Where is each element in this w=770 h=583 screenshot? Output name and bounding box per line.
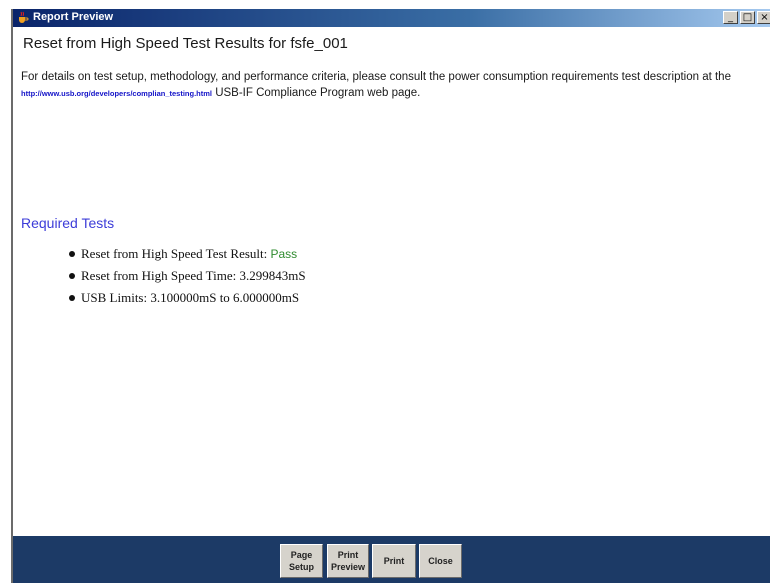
description-paragraph: For details on test setup, methodology, … [21,69,770,102]
java-cup-icon [19,11,29,23]
report-content: Reset from High Speed Test Results for f… [17,27,770,536]
print-preview-label-1: Print [337,550,359,560]
list-item: USB Limits: 3.100000mS to 6.000000mS [69,287,306,309]
bullet-icon [69,295,75,301]
description-text-after: USB-IF Compliance Program web page. [212,87,421,99]
button-bar: Page Setup Print Preview Print Close [13,536,770,583]
description-text-before: For details on test setup, methodology, … [21,71,731,83]
test-results-list: Reset from High Speed Test Result: Pass … [69,243,306,309]
title-bar[interactable]: Report Preview _ □ × [13,9,770,27]
page-setup-button[interactable]: Page Setup [280,544,323,578]
bullet-icon [69,273,75,279]
page-setup-label-1: Page [290,550,313,560]
list-item: Reset from High Speed Time: 3.299843mS [69,265,306,287]
print-button[interactable]: Print [372,544,416,578]
close-button[interactable]: Close [419,544,462,578]
minimize-button[interactable]: _ [723,11,738,24]
print-preview-button[interactable]: Print Preview [327,544,369,578]
bullet-icon [69,251,75,257]
page-setup-label-2: Setup [288,562,314,572]
test-label: Reset from High Speed Time: 3.299843mS [81,268,306,283]
maximize-button[interactable]: □ [740,11,755,24]
status-badge: Pass [270,247,298,261]
list-item: Reset from High Speed Test Result: Pass [69,243,306,265]
test-label: Reset from High Speed Test Result: [81,246,271,261]
test-label: USB Limits: 3.100000mS to 6.000000mS [81,290,300,305]
page-title: Reset from High Speed Test Results for f… [23,35,348,52]
print-preview-label-2: Preview [330,562,366,572]
compliance-link[interactable]: http://www.usb.org/developers/complian_t… [21,89,212,98]
close-window-button[interactable]: × [757,11,770,24]
report-preview-window: Report Preview _ □ × Reset from High Spe… [11,9,770,583]
window-title: Report Preview [33,11,114,23]
section-title: Required Tests [21,215,115,231]
